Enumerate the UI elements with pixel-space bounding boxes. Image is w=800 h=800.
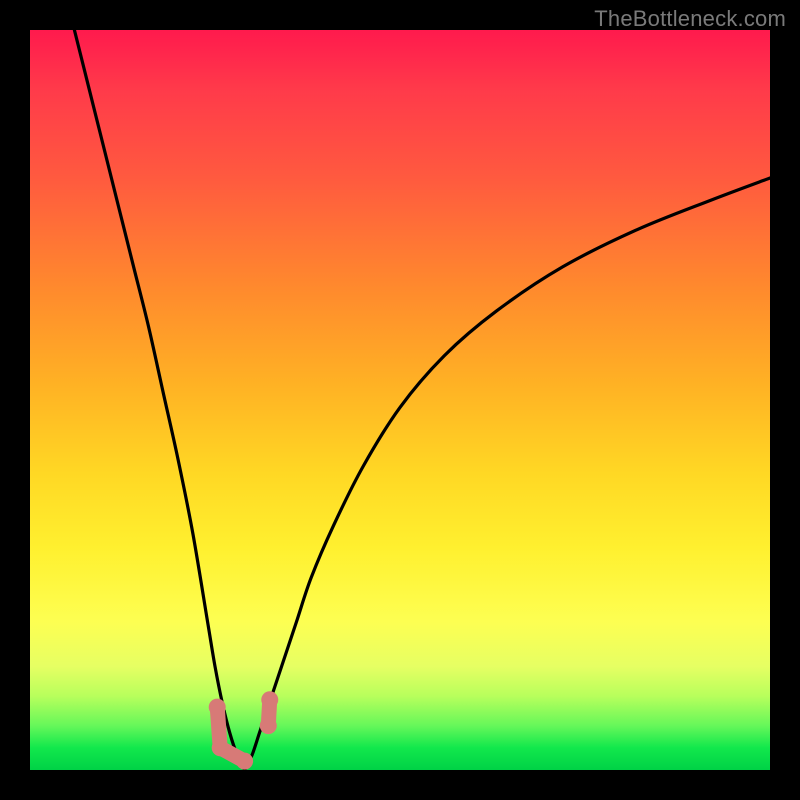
watermark-label: TheBottleneck.com (594, 6, 786, 32)
marker-dot-left-nub-top (209, 699, 226, 716)
plot-area (30, 30, 770, 770)
marker-dot-floor-mid (236, 753, 253, 770)
marker-dot-right-nub (260, 717, 277, 734)
curve-right-branch (245, 178, 770, 770)
marker-dot-left-nub-knee (212, 739, 229, 756)
marker-dot-right-nub-top (261, 691, 278, 708)
curve-left-branch (74, 30, 244, 770)
curve-layer (30, 30, 770, 770)
outer-frame: TheBottleneck.com (0, 0, 800, 800)
